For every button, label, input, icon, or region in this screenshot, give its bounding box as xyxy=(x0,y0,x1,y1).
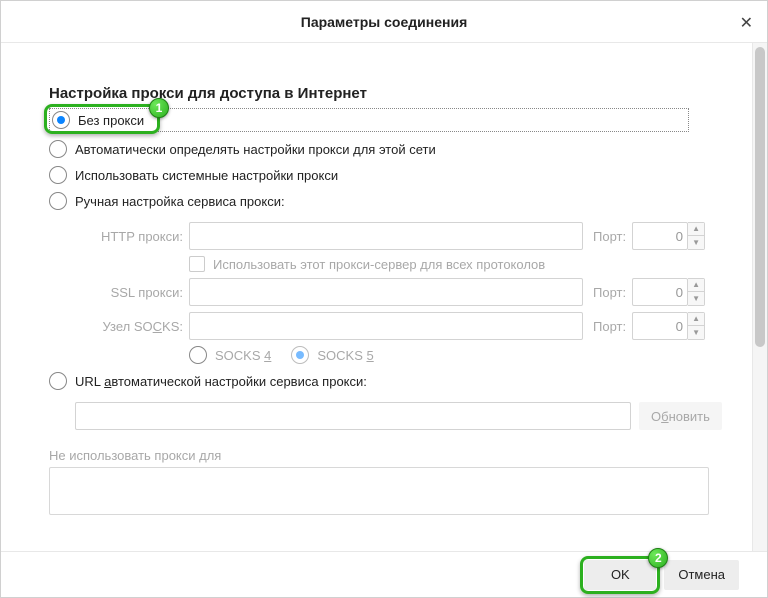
spinner-down-icon[interactable]: ▼ xyxy=(688,292,704,305)
socks-port-wrap: ▲ ▼ xyxy=(632,312,705,340)
spinner-up-icon[interactable]: ▲ xyxy=(688,223,704,236)
radio-label-manual: Ручная настройка сервиса прокси: xyxy=(75,194,285,209)
ok-button-wrap: OK 2 xyxy=(584,560,656,590)
http-proxy-row: HTTP прокси: Порт: ▲ ▼ xyxy=(75,222,722,250)
spinner-up-icon[interactable]: ▲ xyxy=(688,279,704,292)
ssl-proxy-input[interactable] xyxy=(189,278,583,306)
manual-proxy-fields: HTTP прокси: Порт: ▲ ▼ И xyxy=(75,222,722,364)
reload-button[interactable]: Обновить xyxy=(639,402,722,430)
checkbox-icon xyxy=(189,256,205,272)
socks-port-input[interactable] xyxy=(632,312,688,340)
dialog-title: Параметры соединения xyxy=(301,14,468,30)
radio-row-system[interactable]: Использовать системные настройки прокси xyxy=(49,166,722,184)
ssl-proxy-row: SSL прокси: Порт: ▲ ▼ xyxy=(75,278,722,306)
section-heading: Настройка прокси для доступа в Интернет xyxy=(49,85,722,102)
ok-button[interactable]: OK xyxy=(584,560,656,590)
reload-label: Обновить xyxy=(651,409,710,424)
radio-icon xyxy=(291,346,309,364)
noproxy-textarea[interactable] xyxy=(49,467,709,515)
radio-socks4[interactable]: SOCKS 4 xyxy=(189,346,271,364)
noproxy-for-label: Не использовать прокси для xyxy=(49,448,722,463)
callout-badge-2: 2 xyxy=(648,548,668,568)
content: Настройка прокси для доступа в Интернет … xyxy=(1,43,752,553)
radio-icon xyxy=(49,166,67,184)
radio-label-auto-url: URL автоматической настройки сервиса про… xyxy=(75,374,367,389)
radio-row-no-proxy[interactable]: Без прокси 1 xyxy=(49,108,689,132)
titlebar: Параметры соединения ✕ xyxy=(1,1,767,43)
dialog-footer: OK 2 Отмена xyxy=(1,551,767,597)
radio-row-auto-url[interactable]: URL автоматической настройки сервиса про… xyxy=(49,372,722,390)
radio-label-auto-detect: Автоматически определять настройки прокс… xyxy=(75,142,436,157)
ssl-port-spinner: ▲ ▼ xyxy=(688,278,705,306)
radio-icon xyxy=(189,346,207,364)
callout-badge-1: 1 xyxy=(149,98,169,118)
auto-config-url-input[interactable] xyxy=(75,402,631,430)
http-port-label: Порт: xyxy=(593,229,626,244)
ssl-port-input[interactable] xyxy=(632,278,688,306)
ssl-port-label: Порт: xyxy=(593,285,626,300)
socks-port-label: Порт: xyxy=(593,319,626,334)
auto-url-row: Обновить xyxy=(75,402,722,430)
content-wrap: Настройка прокси для доступа в Интернет … xyxy=(1,43,767,553)
socks5-label: SOCKS 5 xyxy=(317,348,373,363)
radio-label-system: Использовать системные настройки прокси xyxy=(75,168,338,183)
socks-port-spinner: ▲ ▼ xyxy=(688,312,705,340)
ssl-port-wrap: ▲ ▼ xyxy=(632,278,705,306)
ssl-proxy-label: SSL прокси: xyxy=(75,285,183,300)
socks-host-row: Узел SOCKS: Порт: ▲ ▼ xyxy=(75,312,722,340)
radio-label-no-proxy: Без прокси xyxy=(78,113,144,128)
scrollbar-thumb[interactable] xyxy=(755,47,765,347)
use-for-all-row[interactable]: Использовать этот прокси-сервер для всех… xyxy=(189,256,722,272)
radio-icon xyxy=(49,192,67,210)
use-for-all-label: Использовать этот прокси-сервер для всех… xyxy=(213,257,545,272)
close-icon: ✕ xyxy=(740,15,753,32)
http-proxy-label: HTTP прокси: xyxy=(75,229,183,244)
socks-version-row: SOCKS 4 SOCKS 5 xyxy=(189,346,722,364)
http-proxy-input[interactable] xyxy=(189,222,583,250)
spinner-down-icon[interactable]: ▼ xyxy=(688,236,704,249)
spinner-up-icon[interactable]: ▲ xyxy=(688,313,704,326)
close-button[interactable]: ✕ xyxy=(740,13,753,33)
cancel-button[interactable]: Отмена xyxy=(664,560,739,590)
socks-host-input[interactable] xyxy=(189,312,583,340)
spinner-down-icon[interactable]: ▼ xyxy=(688,326,704,339)
radio-icon xyxy=(49,140,67,158)
proxy-mode-radio-group: Без прокси 1 Автоматически определять на… xyxy=(49,108,722,430)
radio-row-auto-detect[interactable]: Автоматически определять настройки прокс… xyxy=(49,140,722,158)
http-port-wrap: ▲ ▼ xyxy=(632,222,705,250)
socks-host-label: Узел SOCKS: xyxy=(75,319,183,334)
radio-socks5[interactable]: SOCKS 5 xyxy=(291,346,373,364)
radio-icon xyxy=(52,111,70,129)
http-port-spinner: ▲ ▼ xyxy=(688,222,705,250)
radio-icon xyxy=(49,372,67,390)
socks4-label: SOCKS 4 xyxy=(215,348,271,363)
radio-row-manual[interactable]: Ручная настройка сервиса прокси: xyxy=(49,192,722,210)
scrollbar-track[interactable] xyxy=(752,43,767,553)
connection-settings-dialog: Параметры соединения ✕ Настройка прокси … xyxy=(0,0,768,598)
http-port-input[interactable] xyxy=(632,222,688,250)
